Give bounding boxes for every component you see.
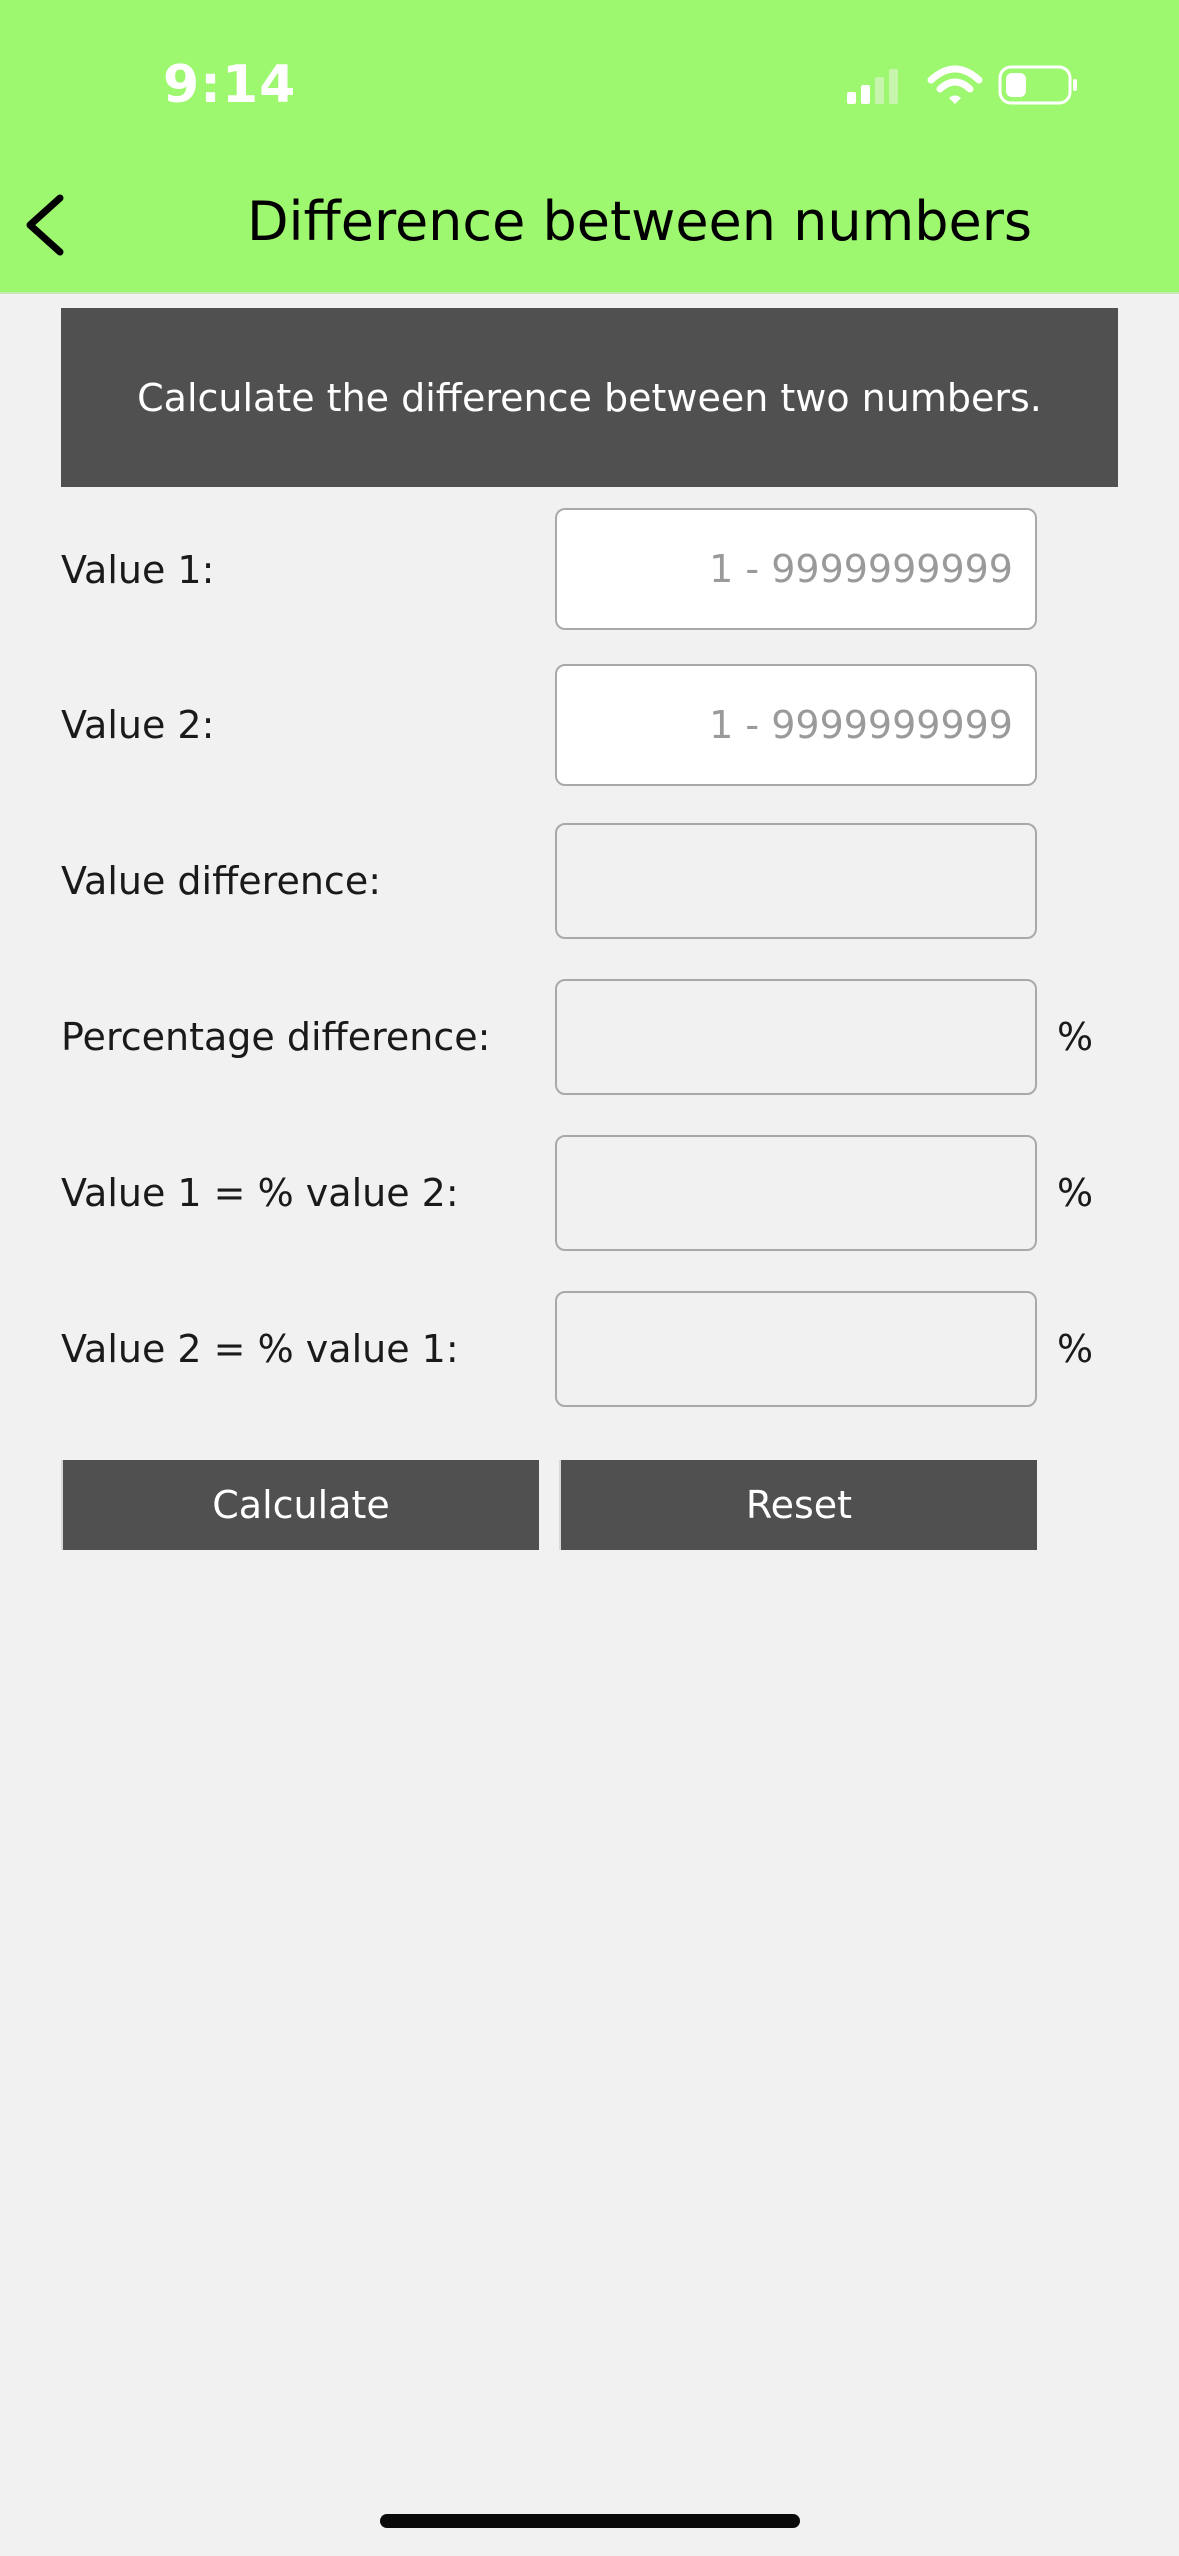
reset-button[interactable]: Reset xyxy=(559,1460,1037,1550)
home-indicator[interactable] xyxy=(380,2514,800,2528)
status-icons xyxy=(840,62,1080,112)
value-difference-output xyxy=(555,823,1037,939)
value2-percent-of-value1-label: Value 2 = % value 1: xyxy=(61,1327,459,1371)
value1-percent-of-value2-label: Value 1 = % value 2: xyxy=(61,1171,459,1215)
value-2-label: Value 2: xyxy=(61,703,215,747)
percentage-difference-unit: % xyxy=(1057,1015,1094,1059)
app-header: 9:14 Difference between numbers xyxy=(0,0,1179,294)
value-difference-label: Value difference: xyxy=(61,859,381,903)
calculate-button[interactable]: Calculate xyxy=(61,1460,539,1550)
value2-percent-of-value1-unit: % xyxy=(1057,1327,1094,1371)
banner-text: Calculate the difference between two num… xyxy=(137,375,1042,420)
value2-percent-of-value1-output xyxy=(555,1291,1037,1407)
wifi-icon xyxy=(927,65,983,104)
value1-percent-of-value2-output xyxy=(555,1135,1037,1251)
percentage-difference-label: Percentage difference: xyxy=(61,1015,491,1059)
value-2-input[interactable] xyxy=(555,664,1037,786)
description-banner: Calculate the difference between two num… xyxy=(61,308,1118,487)
page-title: Difference between numbers xyxy=(246,190,1033,253)
percentage-difference-output xyxy=(555,979,1037,1095)
value-1-label: Value 1: xyxy=(61,548,215,592)
value1-percent-of-value2-unit: % xyxy=(1057,1171,1094,1215)
battery-icon xyxy=(998,65,1077,105)
status-time: 9:14 xyxy=(163,55,297,115)
value-1-input[interactable] xyxy=(555,508,1037,630)
